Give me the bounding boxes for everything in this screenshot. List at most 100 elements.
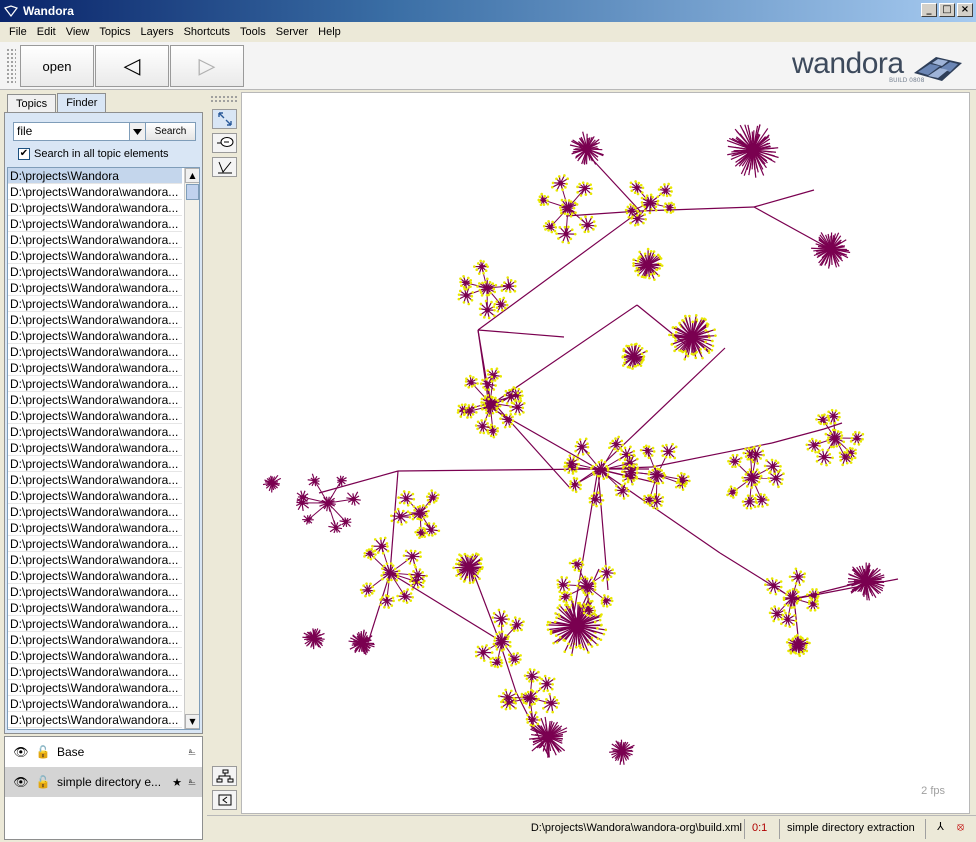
topic-cluster[interactable] [339,517,352,528]
back-button[interactable]: ◁ [95,45,169,87]
menu-edit[interactable]: Edit [32,26,61,38]
lambda-icon[interactable]: ⅄ [933,820,948,835]
server-stopped-icon[interactable]: ⦻ [953,820,968,835]
topic-cluster[interactable] [621,342,648,370]
topic-cluster[interactable] [582,603,597,618]
results-scrollbar[interactable]: ▲ ▼ [184,168,199,729]
search-result-item[interactable]: D:\projects\Wandora\wandora... [8,664,182,680]
topic-cluster[interactable] [569,131,604,165]
collapse-panel-button[interactable] [212,790,237,810]
topic-cluster[interactable] [499,413,515,429]
search-result-item[interactable]: D:\projects\Wandora\wandora... [8,344,182,360]
search-result-item[interactable]: D:\projects\Wandora\wandora... [8,328,182,344]
search-result-item[interactable]: D:\projects\Wandora\wandora... [8,552,182,568]
topic-cluster[interactable] [546,597,608,657]
topic-cluster[interactable] [500,276,517,294]
topic-cluster[interactable] [302,628,325,650]
search-result-item[interactable]: D:\projects\Wandora\wandora... [8,184,182,200]
tab-finder[interactable]: Finder [57,93,107,113]
topic-cluster[interactable] [624,203,640,219]
topic-cluster[interactable] [485,367,503,382]
topic-cluster[interactable] [550,174,569,192]
search-result-item[interactable]: D:\projects\Wandora\wandora... [8,280,182,296]
topic-cluster[interactable] [542,692,560,714]
topic-cluster[interactable] [846,562,885,601]
search-result-item[interactable]: D:\projects\Wandora\wandora... [8,312,182,328]
topic-cluster[interactable] [726,485,739,499]
topic-cluster[interactable] [390,507,412,526]
topic-cluster[interactable] [578,215,597,234]
topic-cluster[interactable] [662,201,677,214]
search-result-item[interactable]: D:\projects\Wandora\wandora... [8,536,182,552]
merge-layer-icon[interactable]: ⎁ [188,777,196,788]
search-result-item[interactable]: D:\projects\Wandora\wandora... [8,696,182,712]
topic-cluster[interactable] [336,475,347,487]
topic-cluster[interactable] [396,588,414,604]
menu-topics[interactable]: Topics [94,26,135,38]
topic-cluster[interactable] [262,474,282,493]
search-result-item[interactable]: D:\projects\Wandora\wandora... [8,488,182,504]
topic-cluster[interactable] [474,418,493,435]
lock-icon[interactable]: 🔓 [35,745,51,759]
fit-graph-button[interactable] [212,109,237,129]
topic-cluster[interactable] [452,552,484,585]
topic-cluster[interactable] [676,472,691,486]
search-result-item[interactable]: D:\projects\Wandora\wandora... [8,600,182,616]
search-result-item[interactable]: D:\projects\Wandora\wandora... [8,456,182,472]
search-result-item[interactable]: D:\projects\Wandora\wandora... [8,520,182,536]
visibility-eye-icon[interactable]: 👁 [13,745,29,759]
topic-cluster[interactable] [754,492,770,508]
search-result-item[interactable]: D:\projects\Wandora\wandora... [8,392,182,408]
topic-cluster[interactable] [474,644,494,662]
topic-cluster[interactable] [805,437,822,454]
menu-layers[interactable]: Layers [136,26,179,38]
menu-help[interactable]: Help [313,26,346,38]
maximize-button[interactable]: □ [939,3,955,17]
search-result-item[interactable]: D:\projects\Wandora\wandora... [8,216,182,232]
search-result-item[interactable]: D:\projects\Wandora\wandora... [8,616,182,632]
search-result-item[interactable]: D:\projects\Wandora\wandora... [8,296,182,312]
topic-cluster[interactable] [379,594,395,609]
topic-cluster[interactable] [525,710,541,727]
menu-view[interactable]: View [61,26,95,38]
topic-cluster[interactable] [489,656,504,669]
topic-cluster[interactable] [849,430,865,446]
topic-cluster[interactable] [408,504,430,522]
topic-cluster[interactable] [422,522,441,537]
search-result-item[interactable]: D:\projects\Wandora\wandora... [8,584,182,600]
menu-file[interactable]: File [4,26,32,38]
topic-cluster[interactable] [657,182,673,198]
topic-cluster[interactable] [528,716,568,758]
topic-cluster[interactable] [576,181,593,197]
topic-cluster[interactable] [788,567,807,587]
topic-cluster[interactable] [660,442,678,460]
graph-layout-button[interactable] [212,766,237,786]
forward-button[interactable]: ▷ [170,45,244,87]
topic-cluster[interactable] [555,225,577,245]
search-result-item[interactable]: D:\projects\Wandora\wandora... [8,232,182,248]
layer-row-simple-directory[interactable]: 👁 🔓 simple directory e... ★ ⎁ [5,767,202,797]
topic-cluster[interactable] [491,608,510,628]
layer-row-base[interactable]: 👁 🔓 Base ⎁ [5,737,202,767]
topic-cluster[interactable] [537,192,550,207]
search-result-item[interactable]: D:\projects\Wandora\wandora... [8,632,182,648]
merge-layer-icon[interactable]: ⎁ [188,747,196,758]
topic-cluster[interactable] [600,594,614,608]
topic-cluster[interactable] [598,564,616,582]
search-result-item[interactable]: D:\projects\Wandora [8,168,182,184]
topic-cluster[interactable] [328,520,343,534]
search-result-item[interactable]: D:\projects\Wandora\wandora... [8,200,182,216]
topic-cluster[interactable] [642,493,657,507]
search-result-item[interactable]: D:\projects\Wandora\wandora... [8,248,182,264]
open-button[interactable]: open [20,45,94,87]
menu-tools[interactable]: Tools [235,26,271,38]
topic-cluster[interactable] [346,491,361,506]
topic-cluster[interactable] [726,124,779,178]
menu-shortcuts[interactable]: Shortcuts [179,26,235,38]
search-result-item[interactable]: D:\projects\Wandora\wandora... [8,408,182,424]
topic-cluster[interactable] [568,476,582,494]
topic-cluster[interactable] [359,582,376,598]
search-result-item[interactable]: D:\projects\Wandora\wandora... [8,376,182,392]
search-history-dropdown[interactable] [129,122,146,141]
topic-cluster[interactable] [568,557,585,573]
